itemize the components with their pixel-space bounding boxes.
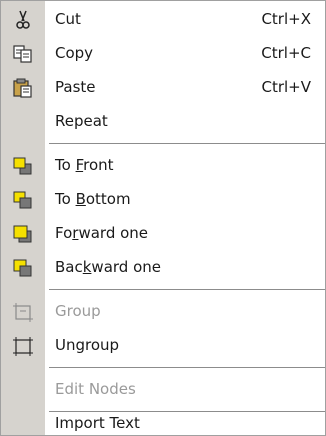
paste-icon <box>12 78 34 98</box>
menu-item-to-front[interactable]: To Front <box>1 149 325 183</box>
backward-one-icon <box>12 258 34 278</box>
ungroup-icon <box>12 336 34 356</box>
menu-item-label: Cut <box>55 10 81 28</box>
menu-item-label: Backward one <box>55 258 161 276</box>
menu-item-forward-one[interactable]: Forward one <box>1 217 325 251</box>
menu-item-group[interactable]: Group <box>1 295 325 329</box>
menu-item-shortcut: Ctrl+V <box>261 78 311 96</box>
menu-separator <box>49 289 325 291</box>
menu-item-label: Ungroup <box>55 336 120 354</box>
menu-item-shortcut: Ctrl+C <box>261 44 311 62</box>
to-bottom-icon <box>12 190 34 210</box>
menu-item-label: Repeat <box>55 112 108 130</box>
menu-item-copy[interactable]: Copy Ctrl+C <box>1 37 325 71</box>
context-menu: Cut Ctrl+X Copy Ctrl+C Paste Ctrl+V Repe… <box>0 0 326 436</box>
menu-item-shortcut: Ctrl+X <box>261 10 311 28</box>
scissors-icon <box>12 10 34 30</box>
menu-item-to-bottom[interactable]: To Bottom <box>1 183 325 217</box>
menu-item-label: Edit Nodes <box>55 380 136 398</box>
menu-item-label: Forward one <box>55 224 149 242</box>
menu-item-backward-one[interactable]: Backward one <box>1 251 325 285</box>
menu-item-paste[interactable]: Paste Ctrl+V <box>1 71 325 105</box>
menu-item-label: Copy <box>55 44 94 62</box>
menu-item-label: To Front <box>55 156 114 174</box>
group-icon <box>12 302 34 322</box>
menu-item-label: To Bottom <box>55 190 131 208</box>
menu-separator <box>49 367 325 369</box>
menu-item-label: Import Text <box>55 414 140 432</box>
copy-icon <box>12 44 34 64</box>
menu-item-repeat[interactable]: Repeat <box>1 105 325 139</box>
menu-item-label: Group <box>55 302 101 320</box>
menu-item-import-text[interactable]: Import Text <box>1 405 325 435</box>
menu-separator <box>49 143 325 145</box>
to-front-icon <box>12 156 34 176</box>
menu-item-cut[interactable]: Cut Ctrl+X <box>1 3 325 37</box>
menu-item-edit-nodes[interactable]: Edit Nodes <box>1 373 325 407</box>
menu-item-ungroup[interactable]: Ungroup <box>1 329 325 363</box>
menu-item-label: Paste <box>55 78 96 96</box>
forward-one-icon <box>12 224 34 244</box>
